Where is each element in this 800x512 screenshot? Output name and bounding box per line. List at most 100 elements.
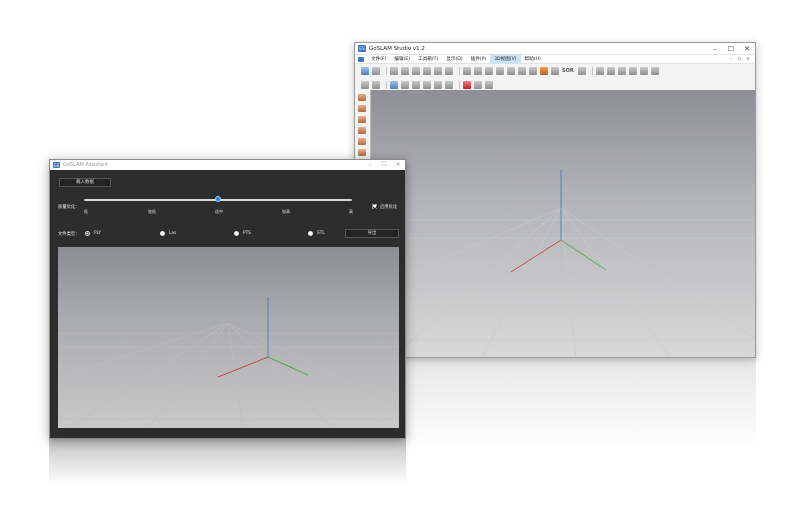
studio-title: GoSLAM Studio v1.2	[369, 45, 425, 52]
filter-icon[interactable]	[540, 67, 548, 75]
align-icon[interactable]	[474, 67, 482, 75]
layer-icon[interactable]	[358, 116, 366, 123]
sample-icon[interactable]	[518, 67, 526, 75]
add-icon[interactable]	[639, 67, 648, 75]
studio-titlebar: GS GoSLAM Studio v1.2 – ☐ ✕	[355, 43, 755, 55]
scale-icon[interactable]	[507, 67, 515, 75]
sor-icon[interactable]: SOR	[562, 68, 574, 74]
menu-plugins[interactable]: 插件(P)	[467, 55, 491, 64]
menu-3d-view[interactable]: 3D视图(V)	[490, 54, 521, 64]
view-right-icon[interactable]	[423, 81, 431, 89]
select-icon[interactable]	[390, 67, 398, 75]
close-icon[interactable]: ✕	[739, 43, 755, 55]
view-top-icon[interactable]	[390, 81, 398, 89]
clone-icon[interactable]	[401, 67, 409, 75]
menu-edit[interactable]: 编辑(E)	[390, 55, 414, 64]
optimize-checkbox[interactable]	[372, 204, 377, 209]
minimize-icon[interactable]: –	[363, 160, 377, 170]
filetype-label-pts: PTS	[243, 231, 251, 236]
assistant-3d-viewport[interactable]	[58, 247, 399, 428]
toolbar-separator	[386, 67, 387, 75]
open-icon[interactable]	[361, 67, 369, 75]
x-axis	[217, 356, 269, 378]
layer-icon[interactable]	[358, 149, 366, 156]
assistant-window: GS GoSLAM Assistant – ☐ ✕ 载入数据 质量优化： 低 较…	[49, 159, 406, 439]
layer-icon[interactable]	[358, 94, 366, 101]
filetype-label-las: Las	[169, 231, 177, 236]
filetype-label-stl: STL	[317, 231, 325, 236]
studio-window: GS GoSLAM Studio v1.2 – ☐ ✕ 文件(F) 编辑(E) …	[354, 42, 756, 358]
assistant-title: GoSLAM Assistant	[63, 162, 109, 168]
mdi-doc-icon	[358, 56, 364, 62]
studio-3d-viewport[interactable]	[370, 90, 755, 357]
quality-level-medium: 适中	[215, 209, 223, 214]
menu-help[interactable]: 帮助(H)	[521, 55, 545, 64]
fit-icon[interactable]	[617, 67, 626, 75]
mesh-icon[interactable]	[628, 67, 637, 75]
save-icon[interactable]	[372, 67, 380, 75]
segment-icon[interactable]	[485, 67, 493, 75]
view-left-icon[interactable]	[412, 81, 420, 89]
rotate-icon[interactable]	[423, 67, 431, 75]
chart-icon[interactable]	[595, 67, 604, 75]
gs-logo-icon: GS	[53, 162, 60, 168]
layer-icon[interactable]	[358, 138, 366, 145]
assistant-grid	[58, 297, 399, 428]
quality-level-high: 高	[349, 209, 353, 214]
minimize-icon[interactable]: –	[707, 43, 723, 55]
filetype-label-ply: PLY	[94, 231, 102, 236]
camera-icon[interactable]	[474, 81, 482, 89]
crop-icon[interactable]	[496, 67, 504, 75]
filetype-label: 文件类型：	[58, 232, 80, 237]
list-icon[interactable]	[650, 67, 659, 75]
transform-icon[interactable]	[463, 67, 471, 75]
toolbar-separator	[591, 67, 593, 75]
maximize-icon[interactable]: ☐	[723, 43, 739, 55]
view-back-icon[interactable]	[372, 81, 380, 89]
sphere-icon[interactable]	[445, 81, 453, 89]
grid-icon[interactable]	[529, 67, 537, 75]
toolbar-separator	[386, 81, 387, 89]
mdi-controls[interactable]: – ▫ ×	[730, 57, 755, 62]
view-bottom-icon[interactable]	[401, 81, 409, 89]
quality-level-low: 低	[84, 209, 88, 214]
compare-icon[interactable]	[606, 67, 615, 75]
y-axis	[267, 356, 309, 376]
menu-toolbox[interactable]: 工具箱(T)	[414, 55, 442, 64]
quality-slider-thumb[interactable]	[215, 196, 221, 202]
studio-body	[355, 90, 755, 357]
measure-icon[interactable]	[577, 67, 586, 75]
delete-icon[interactable]	[445, 67, 453, 75]
menu-display[interactable]: 显示(D)	[442, 55, 466, 64]
studio-grid	[371, 170, 755, 357]
view-front-icon[interactable]	[361, 81, 369, 89]
quality-level-higher: 较高	[282, 209, 290, 214]
optimize-label: 启用优化	[380, 205, 398, 210]
grid-lines	[371, 207, 755, 357]
quality-label: 质量优化：	[58, 205, 80, 210]
view-iso-icon[interactable]	[434, 81, 442, 89]
grid-lines	[58, 322, 399, 428]
studio-reflection	[354, 358, 756, 448]
layer-icon[interactable]	[358, 127, 366, 134]
layer-icon[interactable]	[358, 105, 366, 112]
export-button[interactable]: 导出	[345, 229, 399, 238]
toolbar-separator	[459, 67, 460, 75]
light-icon[interactable]	[485, 81, 493, 89]
studio-menubar: 文件(F) 编辑(E) 工具箱(T) 显示(D) 插件(P) 3D视图(V) 帮…	[355, 54, 755, 64]
menu-file[interactable]: 文件(F)	[367, 55, 390, 64]
filetype-radio-ply[interactable]	[85, 231, 90, 236]
merge-icon[interactable]	[434, 67, 442, 75]
maximize-icon[interactable]: ☐	[377, 160, 391, 170]
reset-icon[interactable]	[463, 81, 471, 89]
close-icon[interactable]: ✕	[391, 160, 405, 170]
filetype-radio-las[interactable]	[160, 231, 165, 236]
move-icon[interactable]	[412, 67, 420, 75]
filetype-radio-pts[interactable]	[234, 231, 239, 236]
noise-icon[interactable]	[551, 67, 559, 75]
filetype-radio-stl[interactable]	[308, 231, 313, 236]
toolbar-separator	[459, 81, 460, 89]
assistant-reflection	[49, 439, 406, 484]
assistant-titlebar: GS GoSLAM Assistant – ☐ ✕	[50, 160, 405, 170]
load-data-button[interactable]: 载入数据	[59, 178, 111, 187]
